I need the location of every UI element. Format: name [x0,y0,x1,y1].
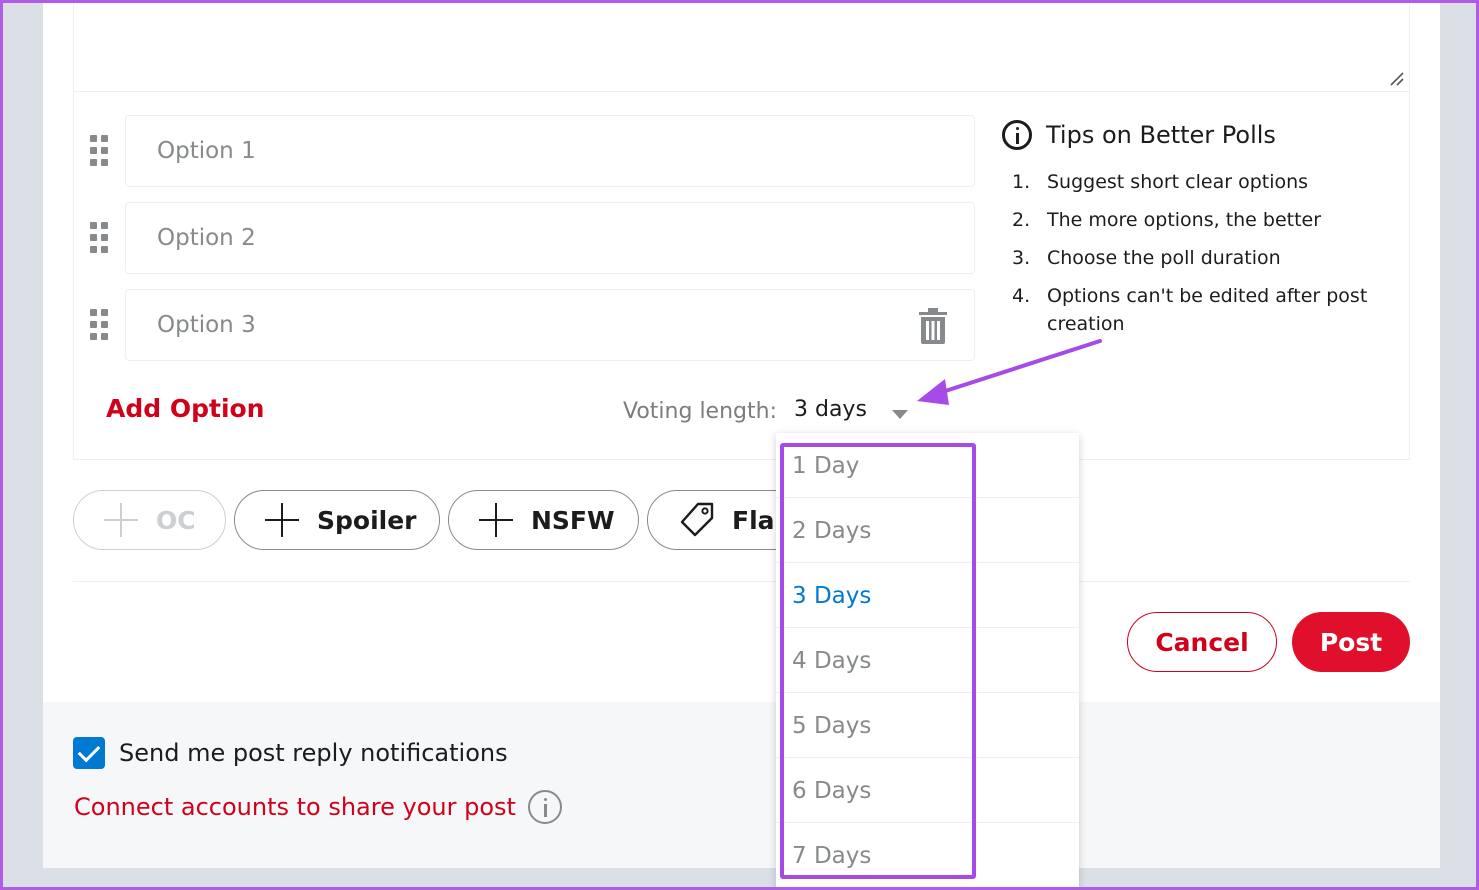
tip-number: 3. [1012,247,1031,269]
dropdown-option-5-days[interactable]: 5 Days [776,693,1079,758]
drag-handle-icon[interactable] [90,222,110,254]
dropdown-option-6-days[interactable]: 6 Days [776,758,1079,823]
add-option-button[interactable]: Add Option [106,394,264,423]
tip-text: Options can't be edited after post creat… [1047,285,1368,335]
tip-text: Choose the poll duration [1047,247,1281,269]
tip-text: The more options, the better [1047,209,1322,231]
info-icon[interactable] [527,790,562,824]
poll-option-row: Option 1 [88,115,978,187]
poll-body-textarea[interactable] [73,0,1410,92]
post-button[interactable]: Post [1292,612,1410,672]
poll-option-row: Option 2 [88,202,978,274]
reply-notifications-toggle[interactable]: Send me post reply notifications [73,737,508,769]
oc-tag-button[interactable]: OC [73,490,226,550]
dropdown-option-1-day[interactable]: 1 Day [776,433,1079,498]
section-divider [73,581,1410,582]
poll-option-3-placeholder: Option 3 [157,312,256,338]
plus-icon [104,503,138,537]
info-icon [1002,120,1032,150]
tip-number: 1. [1012,171,1031,193]
tip-item: 1. Suggest short clear options [1012,168,1392,196]
voting-length-dropdown: 1 Day 2 Days 3 Days 4 Days 5 Days 6 Days… [776,433,1079,890]
spoiler-tag-label: Spoiler [317,505,417,535]
voting-length-label: Voting length: [623,399,777,424]
dropdown-option-4-days[interactable]: 4 Days [776,628,1079,693]
checkbox-checked-icon[interactable] [73,737,105,769]
tips-title: Tips on Better Polls [1002,120,1276,150]
tip-number: 2. [1012,209,1031,231]
poll-option-row: Option 3 [88,289,978,361]
tip-item: 2. The more options, the better [1012,206,1392,234]
voting-length-select[interactable]: 3 days [794,397,918,431]
tip-number: 4. [1012,285,1031,307]
plus-icon [479,503,513,537]
connect-accounts-row: Connect accounts to share your post [74,790,562,824]
tip-text: Suggest short clear options [1047,171,1309,193]
cancel-button[interactable]: Cancel [1127,612,1277,672]
poll-option-3-input[interactable]: Option 3 [125,289,975,361]
reply-notifications-label: Send me post reply notifications [119,739,508,767]
drag-handle-icon[interactable] [90,309,110,341]
resize-grip-icon[interactable] [1389,71,1405,87]
tip-item: 3. Choose the poll duration [1012,244,1392,272]
annotation-arrow-icon [917,339,1102,405]
tag-icon [680,502,714,537]
poll-option-2-input[interactable]: Option 2 [125,202,975,274]
nsfw-tag-button[interactable]: NSFW [448,490,639,550]
tips-list: 1. Suggest short clear options 2. The mo… [1012,168,1392,348]
dropdown-option-3-days[interactable]: 3 Days [776,563,1079,628]
post-options-footer [43,702,1440,868]
spoiler-tag-button[interactable]: Spoiler [234,490,440,550]
tips-title-text: Tips on Better Polls [1046,121,1276,149]
drag-handle-icon[interactable] [90,135,110,167]
poll-option-1-input[interactable]: Option 1 [125,115,975,187]
tip-item: 4. Options can't be edited after post cr… [1012,282,1392,338]
dropdown-option-2-days[interactable]: 2 Days [776,498,1079,563]
oc-tag-label: OC [156,505,196,535]
plus-icon [265,503,299,537]
nsfw-tag-label: NSFW [531,505,615,535]
dropdown-option-7-days[interactable]: 7 Days [776,823,1079,888]
voting-length-value: 3 days [794,397,867,422]
connect-accounts-link[interactable]: Connect accounts to share your post [74,793,516,821]
